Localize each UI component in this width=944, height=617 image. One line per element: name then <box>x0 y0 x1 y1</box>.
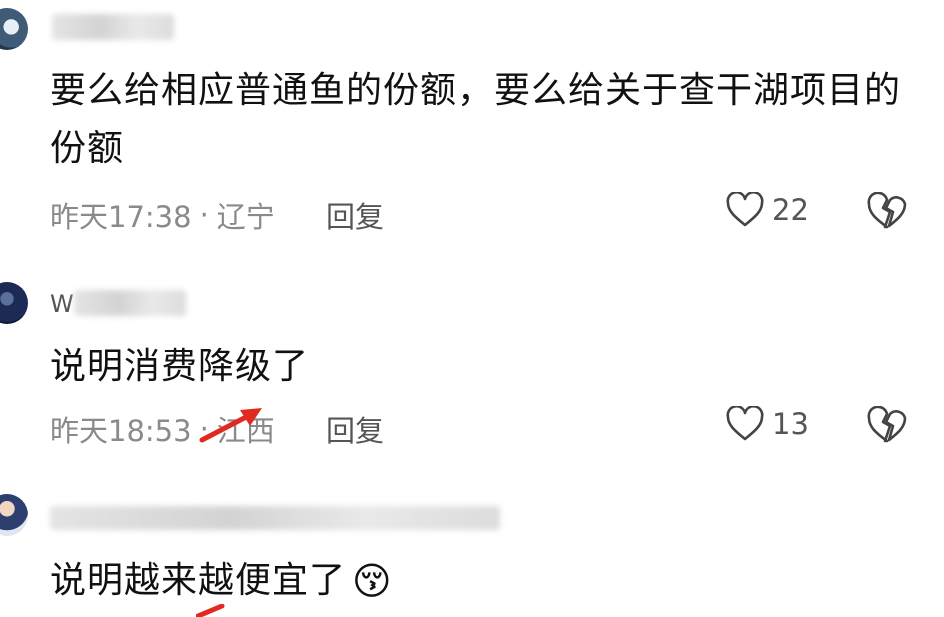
comment-text: 说明越来越便宜了 😚 <box>50 552 924 610</box>
like-count: 22 <box>772 193 809 227</box>
avatar[interactable] <box>0 282 28 324</box>
heart-outline-icon <box>726 406 764 441</box>
like-button[interactable]: 13 <box>726 406 809 442</box>
comment-text: 要么给相应普通鱼的份额，要么给关于查干湖项目的份额 <box>50 70 902 169</box>
like-count: 13 <box>772 407 809 441</box>
kissing-face-icon: 😚 <box>352 559 393 603</box>
heart-outline-icon <box>726 192 764 227</box>
meta-separator: · <box>199 198 209 232</box>
dislike-button[interactable] <box>866 191 908 234</box>
username-blurred <box>52 14 174 40</box>
timestamp: 昨天18:53 <box>50 414 192 448</box>
like-button[interactable]: 22 <box>726 192 809 228</box>
reply-button[interactable]: 回复 <box>326 194 384 236</box>
username-blurred <box>50 506 500 530</box>
timestamp: 昨天17:38 <box>50 200 192 234</box>
broken-heart-icon <box>867 191 907 229</box>
comment-meta: 昨天17:38 · 辽宁 <box>50 194 275 236</box>
dislike-button[interactable] <box>866 405 908 448</box>
avatar[interactable] <box>0 8 28 50</box>
avatar[interactable] <box>0 494 28 536</box>
reply-button[interactable]: 回复 <box>326 408 384 450</box>
location: 辽宁 <box>216 200 275 234</box>
username-blurred <box>74 290 186 316</box>
comment-text: 说明消费降级了 <box>50 346 310 387</box>
red-arrow-icon <box>196 604 225 617</box>
username-initial: W <box>50 290 74 318</box>
broken-heart-icon <box>867 405 907 443</box>
comment-text-content: 说明越来越便宜了 <box>50 560 347 601</box>
red-arrow-icon <box>199 408 262 443</box>
